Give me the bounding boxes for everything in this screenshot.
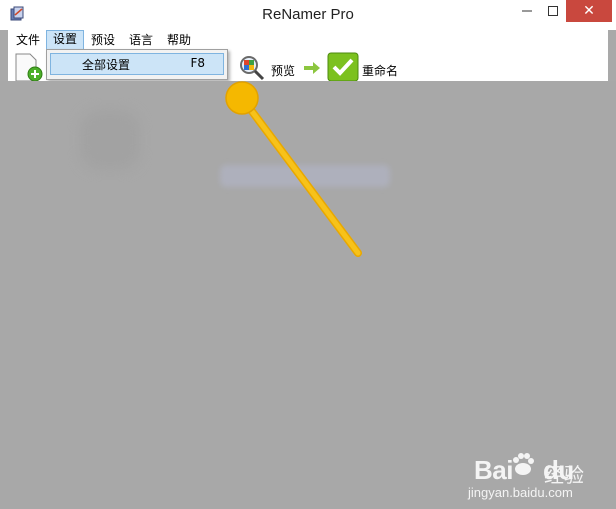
paw-icon <box>513 453 534 475</box>
watermark-url: jingyan.baidu.com <box>468 485 573 500</box>
app-window: ReNamer Pro ✕ 文件 设置 预设 语言 帮助 预览 重命名 全部设置… <box>0 0 616 509</box>
baidu-watermark: Bai du 经验 jingyan.baidu.com <box>468 445 616 509</box>
annotation-pointer <box>225 81 362 257</box>
watermark-cn: 经验 <box>544 463 584 487</box>
